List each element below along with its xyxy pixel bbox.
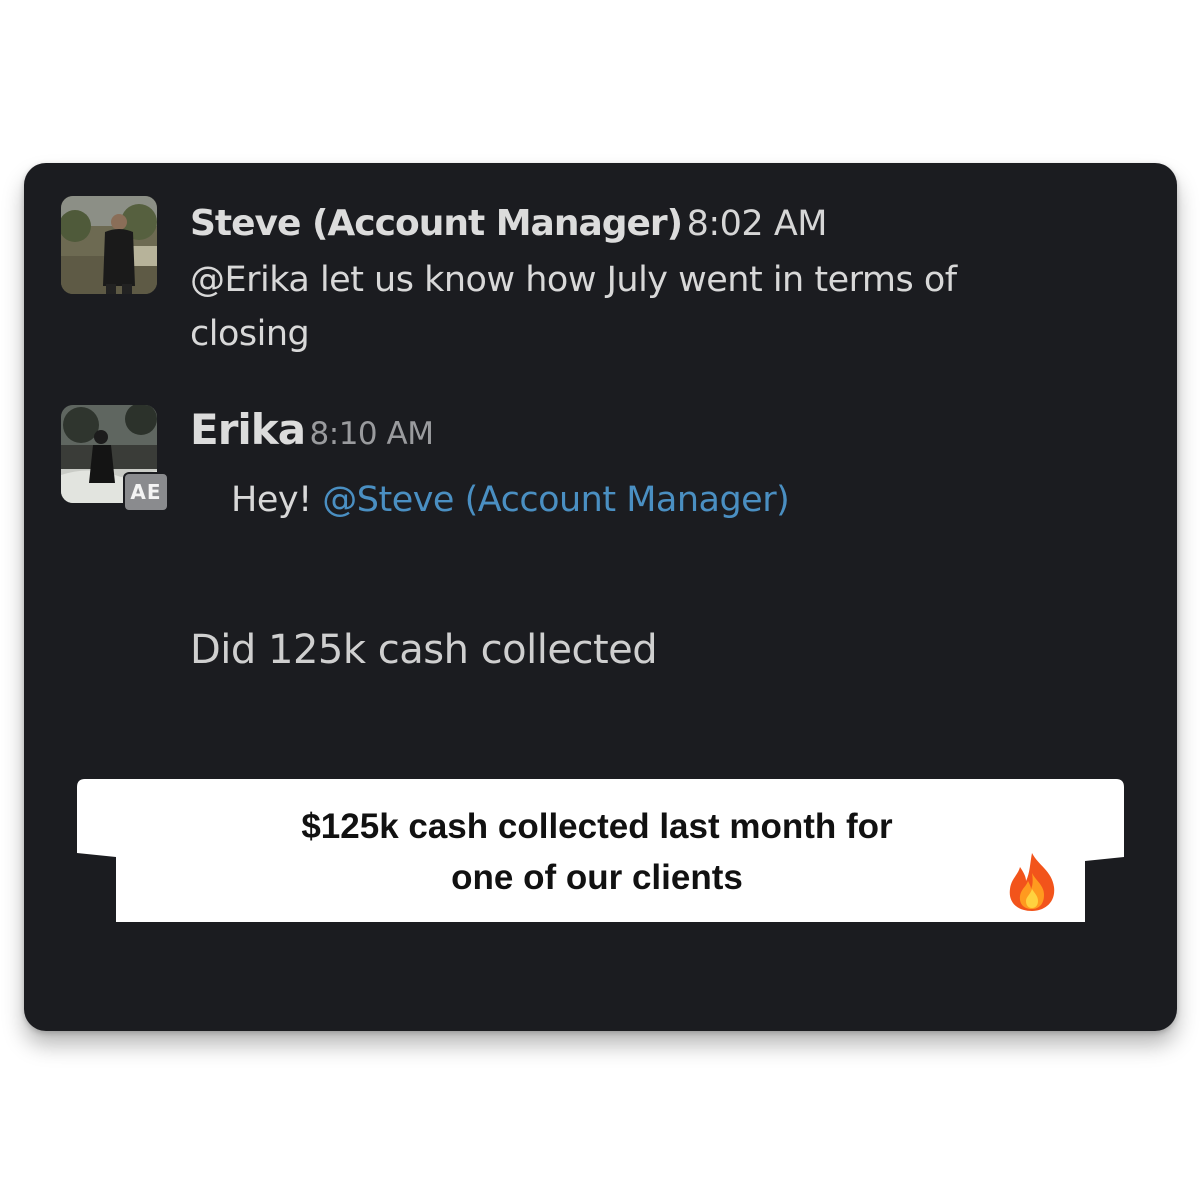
- steve-avatar[interactable]: [61, 196, 157, 294]
- caption-line-1: $125k cash collected last month for: [301, 807, 893, 846]
- ae-role-badge: AE: [123, 472, 169, 512]
- steve-mention-link[interactable]: @Steve (Account Manager): [322, 480, 790, 520]
- fire-icon: [1004, 851, 1060, 913]
- steve-timestamp[interactable]: 8:02 AM: [687, 204, 828, 244]
- steve-message-text: @Erika let us know how July went in term…: [190, 260, 957, 354]
- erika-author-name[interactable]: Erika: [190, 405, 306, 454]
- chat-screenshot-card: Steve (Account Manager) 8:02 AM @Erika l…: [24, 163, 1177, 1031]
- caption-line-2: one of our clients: [451, 858, 743, 897]
- caption-text: $125k cash collected last month for one …: [77, 801, 1117, 903]
- erika-greeting: Hey!: [231, 480, 312, 520]
- erika-message-text: Did 125k cash collected: [190, 627, 658, 673]
- caption-banner: $125k cash collected last month for one …: [77, 779, 1124, 922]
- erika-message-line: Hey! @Steve (Account Manager): [231, 473, 790, 527]
- erika-timestamp[interactable]: 8:10 AM: [310, 416, 434, 452]
- steve-message-header: Steve (Account Manager) 8:02 AM: [190, 203, 827, 244]
- erika-message-header: Erika 8:10 AM: [190, 405, 434, 454]
- steve-author-name[interactable]: Steve (Account Manager): [190, 203, 683, 244]
